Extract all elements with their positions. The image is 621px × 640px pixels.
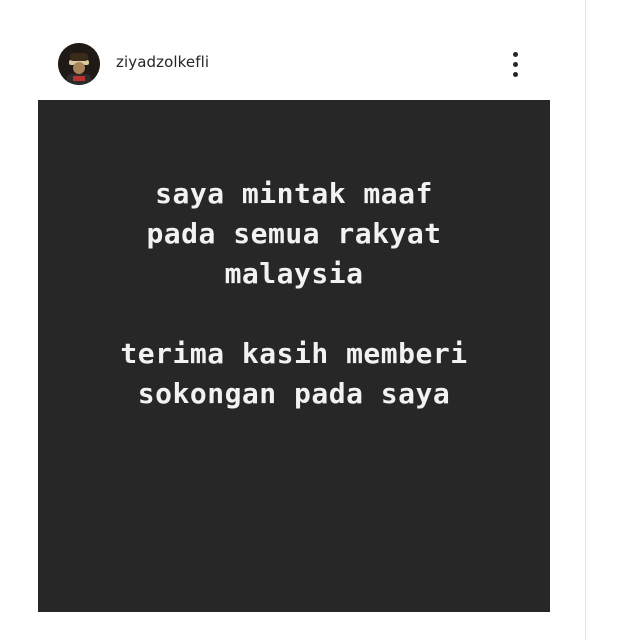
image-text-line: pada semua rakyat: [146, 217, 442, 250]
avatar-image: [58, 43, 100, 85]
more-options-button[interactable]: [504, 48, 528, 80]
image-text-line: terima kasih memberi: [120, 337, 468, 370]
post-header: ziyadzolkefli: [38, 36, 550, 92]
image-text-line: saya mintak maaf: [155, 177, 433, 210]
username-link[interactable]: ziyadzolkefli: [116, 53, 209, 71]
instagram-post-page: ziyadzolkefli saya mintak maaf pada semua…: [0, 0, 621, 640]
post-image-text: saya mintak maaf pada semua rakyat malaysi…: [38, 174, 550, 414]
avatar[interactable]: [58, 43, 100, 85]
image-text-line: malaysia: [224, 257, 364, 290]
post-image[interactable]: saya mintak maaf pada semua rakyat malaysi…: [38, 100, 550, 612]
image-text-blank-line: [38, 294, 550, 334]
image-text-line: sokongan pada saya: [137, 377, 451, 410]
page-divider: [585, 0, 586, 640]
